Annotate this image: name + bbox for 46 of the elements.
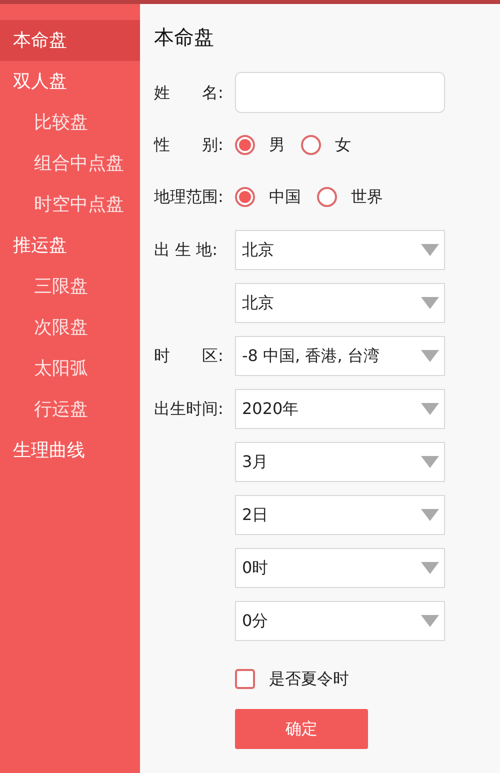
sidebar-item[interactable]: 太阳弧	[0, 348, 140, 389]
caret-icon	[421, 296, 439, 308]
field-label: 出生时间:	[154, 398, 224, 418]
dropdown[interactable]: 0时	[235, 548, 445, 588]
dropdown[interactable]: 2日	[235, 494, 445, 534]
checkbox[interactable]	[235, 669, 255, 689]
dropdown[interactable]: 0分	[235, 600, 445, 640]
field-label: 性 别:	[154, 135, 224, 154]
radio-label: 女	[335, 134, 351, 156]
sidebar-item[interactable]: 推运盘	[0, 225, 140, 266]
checkbox-label: 是否夏令时	[269, 668, 349, 690]
sidebar-item[interactable]: 比较盘	[0, 102, 140, 143]
radio-button[interactable]	[317, 187, 337, 207]
caret-icon	[421, 614, 439, 626]
field-label: 出 生 地:	[154, 240, 218, 258]
radio-button[interactable]	[235, 135, 255, 155]
page-title: 本命盘	[154, 24, 215, 51]
radio-label: 男	[269, 134, 285, 156]
caret-icon	[421, 244, 439, 256]
caret-icon	[421, 508, 439, 520]
dropdown[interactable]: 北京	[235, 282, 445, 322]
sidebar-item[interactable]: 行运盘	[0, 389, 140, 430]
sidebar-item[interactable]: 双人盘	[0, 61, 140, 102]
sidebar-item[interactable]: 生理曲线	[0, 430, 140, 471]
caret-icon	[421, 402, 439, 414]
dropdown[interactable]: 北京	[235, 230, 445, 270]
confirm-button[interactable]: 确定	[235, 709, 368, 749]
dropdown[interactable]: -8 中国, 香港, 台湾	[235, 336, 445, 376]
sidebar-item[interactable]: 三限盘	[0, 266, 140, 307]
caret-icon	[421, 562, 439, 574]
radio-label: 中国	[269, 186, 301, 208]
name-input[interactable]	[235, 72, 445, 113]
field-label: 时 区:	[154, 346, 224, 364]
radio-label: 世界	[351, 186, 383, 208]
caret-icon	[421, 456, 439, 468]
sidebar-item[interactable]: 组合中点盘	[0, 143, 140, 184]
radio-button[interactable]	[301, 135, 321, 155]
field-label: 地理范围:	[154, 187, 224, 206]
sidebar-item[interactable]: 时空中点盘	[0, 184, 140, 225]
field-label: 姓 名:	[154, 82, 224, 102]
sidebar-item[interactable]: 次限盘	[0, 307, 140, 348]
dropdown[interactable]: 3月	[235, 442, 445, 482]
caret-icon	[421, 350, 439, 362]
dropdown[interactable]: 2020年	[235, 388, 445, 428]
sidebar-item[interactable]: 本命盘	[0, 20, 140, 61]
radio-button[interactable]	[235, 187, 255, 207]
